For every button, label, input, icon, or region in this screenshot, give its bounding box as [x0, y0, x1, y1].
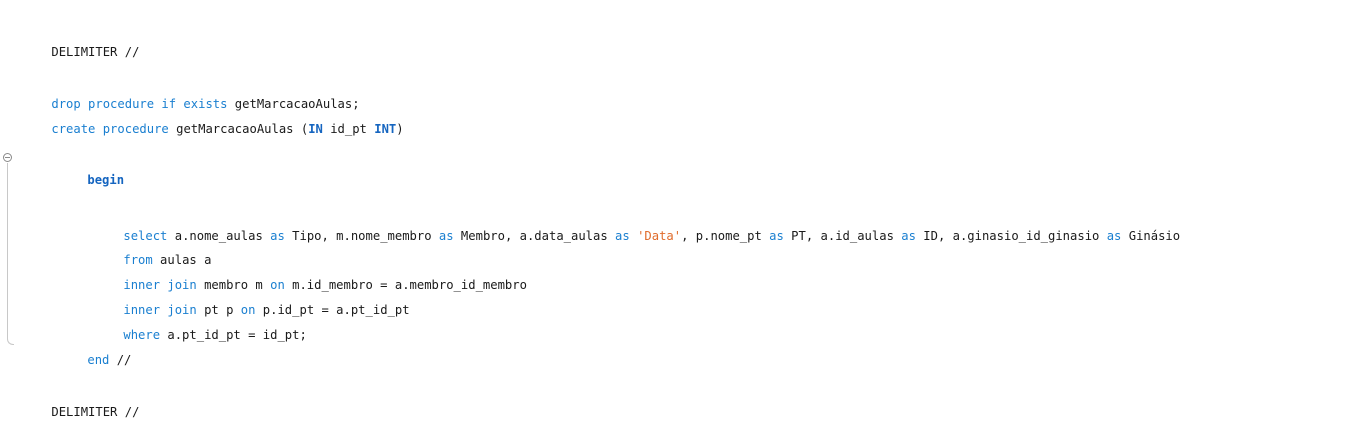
keyword-create: create procedure: [51, 122, 169, 136]
code-line-select: select a.nome_aulas as Tipo, m.nome_memb…: [94, 209, 1180, 243]
param-name: id_pt: [322, 122, 375, 136]
where-condition: a.pt_id_pt = id_pt;: [160, 328, 307, 342]
keyword-as: as: [769, 229, 784, 243]
fold-range-end: [7, 338, 14, 345]
select-part: PT, a.id_aulas: [783, 229, 902, 243]
fold-range-line: [7, 163, 8, 338]
select-part: Tipo, m.nome_membro: [284, 229, 439, 243]
delimiter-text: DELIMITER //: [51, 405, 140, 419]
create-close: ): [396, 122, 404, 136]
code-line-from: from aulas a: [94, 233, 211, 267]
code-line-drop: drop procedure if exists getMarcacaoAula…: [22, 77, 359, 111]
select-part: , p.nome_pt: [681, 229, 770, 243]
keyword-in: IN: [308, 122, 323, 136]
string-literal: 'Data': [637, 229, 682, 243]
keyword-int: INT: [374, 122, 397, 136]
select-part: ID, a.ginasio_id_ginasio: [915, 229, 1107, 243]
keyword-as: as: [1106, 229, 1122, 243]
create-name: getMarcacaoAulas (: [168, 122, 309, 136]
code-line-join-pt: inner join pt p on p.id_pt = a.pt_id_pt: [94, 283, 409, 317]
keyword-as: as: [615, 229, 630, 243]
code-line-end: end //: [58, 333, 131, 367]
fold-gutter: [0, 0, 18, 430]
select-part: Membro, a.data_aulas: [453, 229, 616, 243]
keyword-end: end: [87, 353, 110, 367]
code-editor[interactable]: DELIMITER // drop procedure if exists ge…: [0, 0, 1372, 430]
keyword-begin: begin: [87, 173, 125, 187]
fold-collapse-icon[interactable]: [3, 153, 12, 162]
keyword-as: as: [270, 229, 285, 243]
delimiter-text: DELIMITER //: [51, 45, 140, 59]
end-delimiter: //: [109, 353, 132, 367]
code-line-begin: begin: [58, 153, 124, 187]
code-line-create: create procedure getMarcacaoAulas (IN id…: [22, 102, 403, 136]
code-line-delimiter-bottom: DELIMITER //: [22, 385, 139, 419]
select-part: Ginásio: [1121, 229, 1181, 243]
code-line-join-membro: inner join membro m on m.id_membro = a.m…: [94, 258, 527, 292]
code-line-where: where a.pt_id_pt = id_pt;: [94, 308, 306, 342]
keyword-as: as: [901, 229, 916, 243]
code-line-delimiter-top: DELIMITER //: [22, 25, 139, 59]
keyword-as: as: [438, 229, 454, 243]
